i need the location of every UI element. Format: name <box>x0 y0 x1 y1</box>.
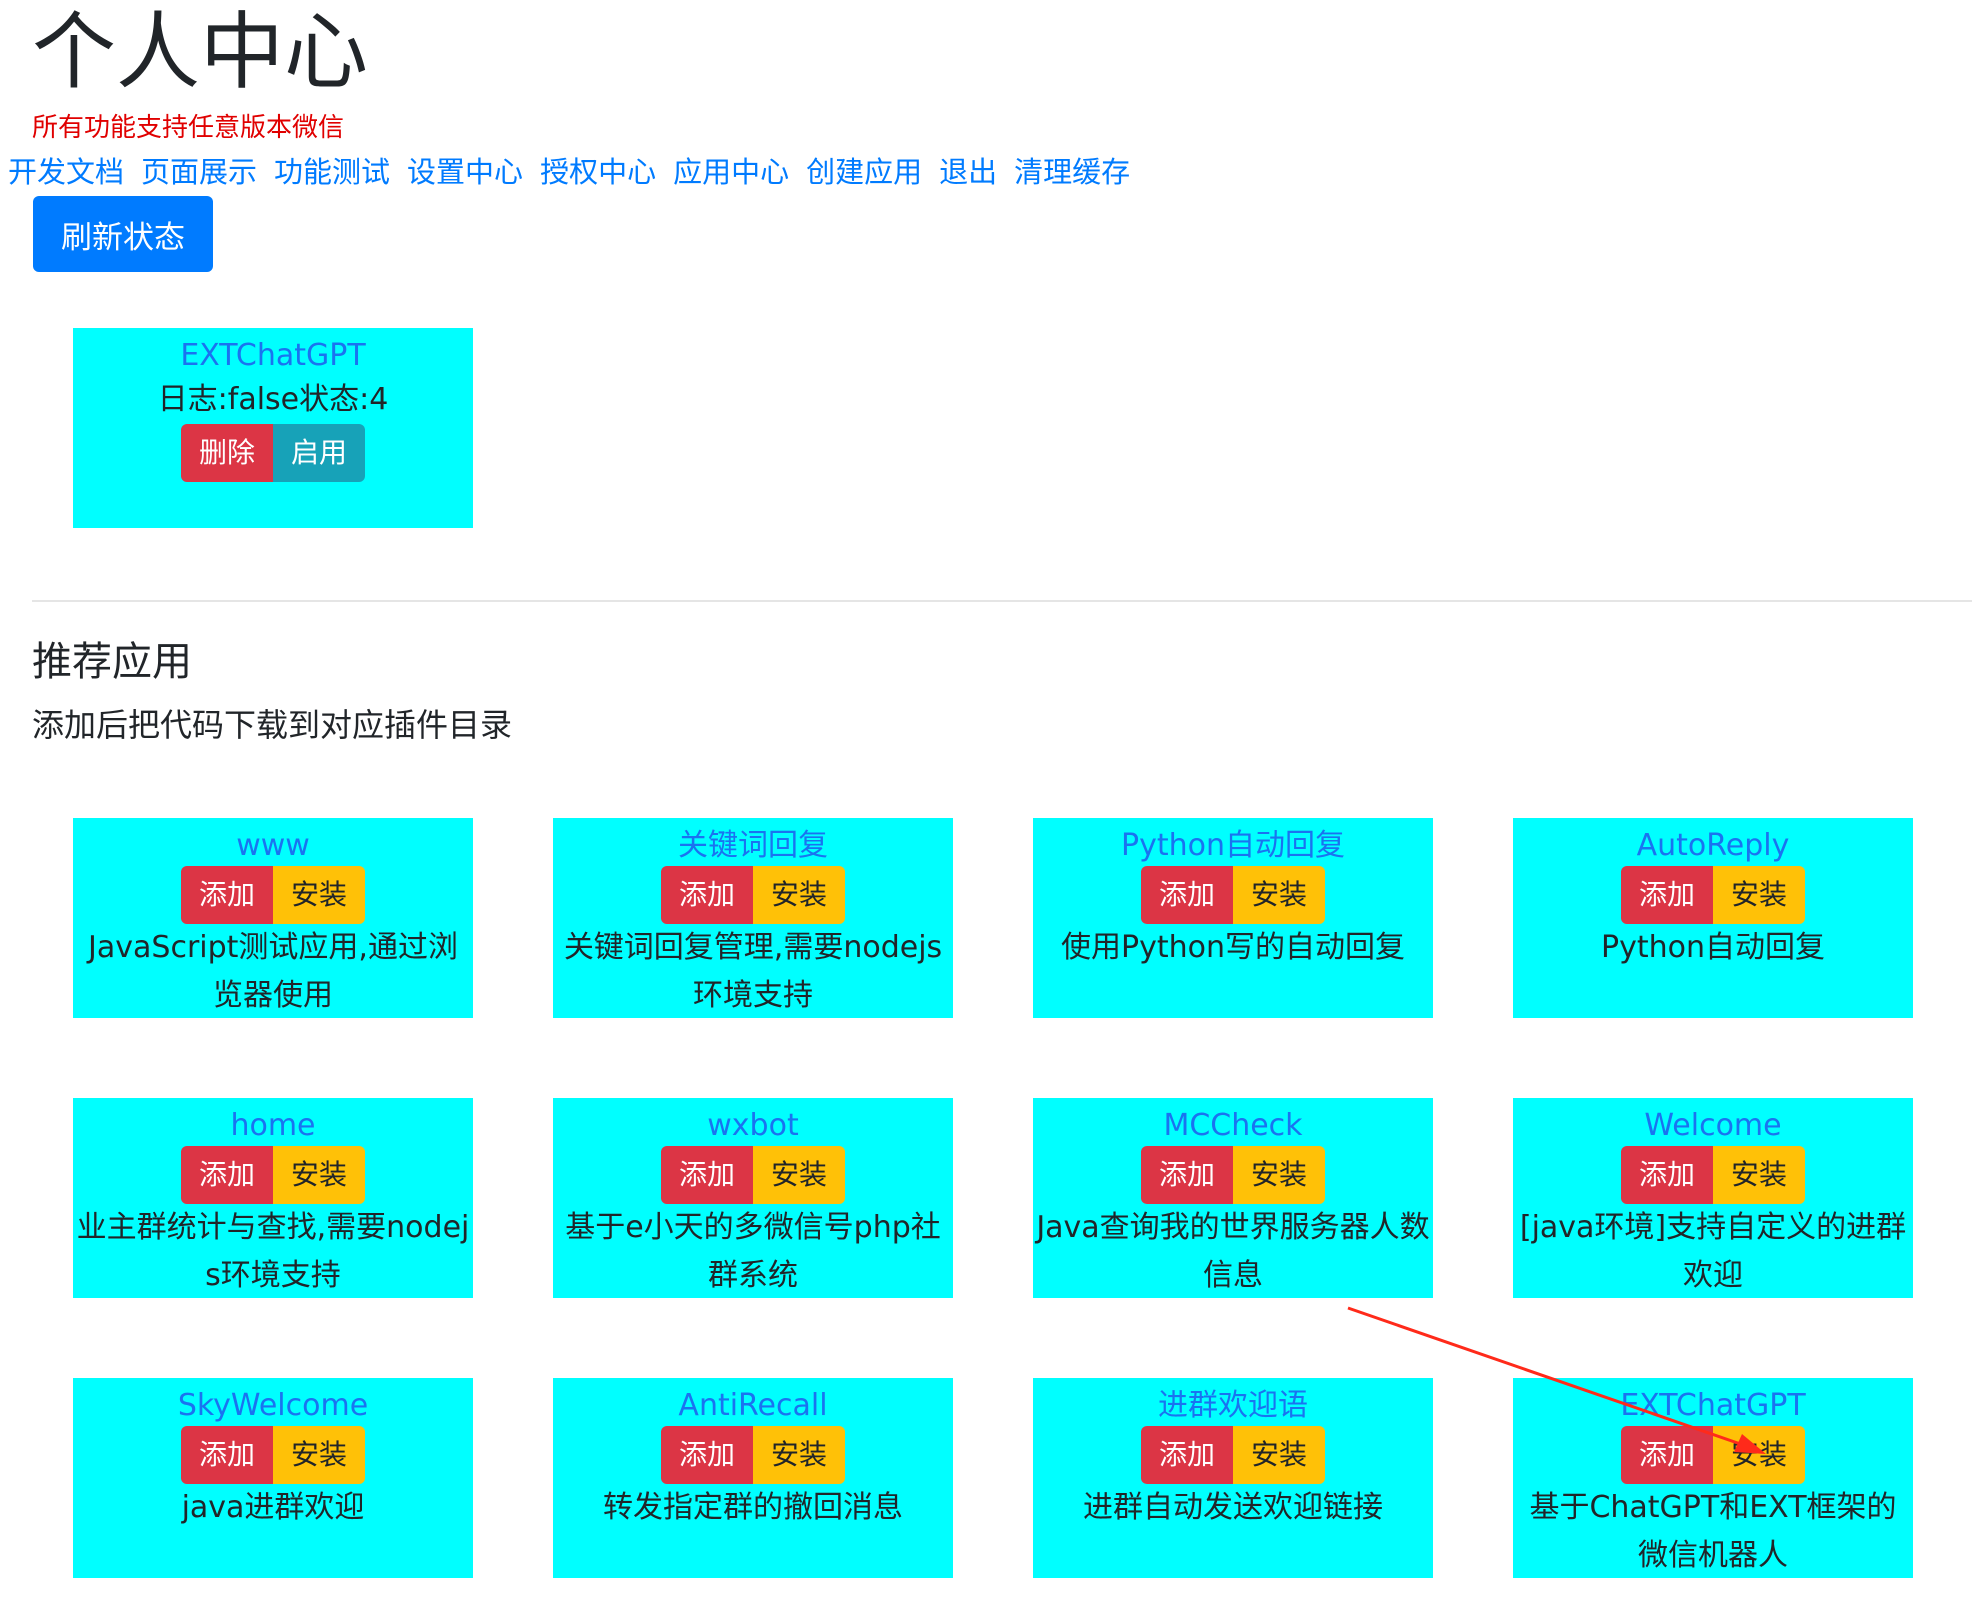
app-card-title[interactable]: www <box>73 826 473 866</box>
app-card-description: java进群欢迎 <box>181 1490 365 1525</box>
add-button[interactable]: 添加 <box>661 1146 753 1204</box>
app-card-actions: 添加 安装 <box>1621 1426 1805 1484</box>
app-card-title[interactable]: MCCheck <box>1033 1106 1433 1146</box>
app-card-actions: 添加 安装 <box>181 866 365 924</box>
install-button[interactable]: 安装 <box>753 1146 845 1204</box>
app-card-description: 基于ChatGPT和EXT框架的微信机器人 <box>1529 1490 1897 1573</box>
recommended-section-subtitle: 添加后把代码下载到对应插件目录 <box>32 706 513 744</box>
app-card-description: 关键词回复管理,需要nodejs环境支持 <box>563 930 943 1013</box>
app-card-description: [java环境]支持自定义的进群欢迎 <box>1519 1210 1907 1293</box>
nav-link-dev-docs[interactable]: 开发文档 <box>8 152 124 192</box>
add-button[interactable]: 添加 <box>1141 1146 1233 1204</box>
app-card-title[interactable]: Python自动回复 <box>1033 826 1433 866</box>
nav-link-page-display[interactable]: 页面展示 <box>141 152 257 192</box>
app-card-title[interactable]: EXTChatGPT <box>1513 1386 1913 1426</box>
app-card: wxbot 添加 安装 基于e小天的多微信号php社群系统 <box>553 1098 953 1298</box>
app-card: home 添加 安装 业主群统计与查找,需要nodejs环境支持 <box>73 1098 473 1298</box>
page-title: 个人中心 <box>32 3 369 101</box>
add-button[interactable]: 添加 <box>1621 1426 1713 1484</box>
app-card-actions: 添加 安装 <box>1621 866 1805 924</box>
installed-app-title[interactable]: EXTChatGPT <box>73 336 473 376</box>
add-button[interactable]: 添加 <box>661 1426 753 1484</box>
app-card-actions: 添加 安装 <box>1141 1426 1325 1484</box>
recommended-section-title: 推荐应用 <box>32 639 192 685</box>
app-card-actions: 添加 安装 <box>661 866 845 924</box>
app-card-description: 进群自动发送欢迎链接 <box>1083 1490 1383 1525</box>
add-button[interactable]: 添加 <box>1141 866 1233 924</box>
installed-app-actions: 删除 启用 <box>181 424 365 482</box>
app-card-title[interactable]: 关键词回复 <box>553 826 953 866</box>
app-card: 进群欢迎语 添加 安装 进群自动发送欢迎链接 <box>1033 1378 1433 1578</box>
app-card-title[interactable]: Welcome <box>1513 1106 1913 1146</box>
delete-button[interactable]: 删除 <box>181 424 273 482</box>
install-button[interactable]: 安装 <box>753 1426 845 1484</box>
app-card: AutoReply 添加 安装 Python自动回复 <box>1513 818 1913 1018</box>
app-card: SkyWelcome 添加 安装 java进群欢迎 <box>73 1378 473 1578</box>
install-button[interactable]: 安装 <box>1233 1426 1325 1484</box>
nav-link-settings[interactable]: 设置中心 <box>407 152 523 192</box>
app-card-title[interactable]: SkyWelcome <box>73 1386 473 1426</box>
installed-app-status: 日志:false状态:4 <box>157 382 389 417</box>
app-card-actions: 添加 安装 <box>181 1426 365 1484</box>
app-card: 关键词回复 添加 安装 关键词回复管理,需要nodejs环境支持 <box>553 818 953 1018</box>
enable-button[interactable]: 启用 <box>273 424 365 482</box>
app-card: AntiRecall 添加 安装 转发指定群的撤回消息 <box>553 1378 953 1578</box>
app-card-title[interactable]: AntiRecall <box>553 1386 953 1426</box>
install-button[interactable]: 安装 <box>273 1426 365 1484</box>
top-nav: 开发文档 页面展示 功能测试 设置中心 授权中心 应用中心 创建应用 退出 清理… <box>8 152 1130 192</box>
app-card-actions: 添加 安装 <box>661 1426 845 1484</box>
refresh-status-button[interactable]: 刷新状态 <box>33 196 213 272</box>
app-card: MCCheck 添加 安装 Java查询我的世界服务器人数信息 <box>1033 1098 1433 1298</box>
install-button[interactable]: 安装 <box>1713 866 1805 924</box>
app-card-description: Java查询我的世界服务器人数信息 <box>1036 1210 1430 1293</box>
nav-link-create-app[interactable]: 创建应用 <box>806 152 922 192</box>
add-button[interactable]: 添加 <box>661 866 753 924</box>
app-card-actions: 添加 安装 <box>1621 1146 1805 1204</box>
install-button[interactable]: 安装 <box>1713 1426 1805 1484</box>
app-card-description: Python自动回复 <box>1601 930 1825 965</box>
app-card-title[interactable]: AutoReply <box>1513 826 1913 866</box>
notice-text: 所有功能支持任意版本微信 <box>32 113 345 143</box>
app-card-title[interactable]: 进群欢迎语 <box>1033 1386 1433 1426</box>
annotation-arrow-icon <box>1347 1306 1766 1454</box>
app-card-description: JavaScript测试应用,通过浏览器使用 <box>88 930 458 1013</box>
app-card: Welcome 添加 安装 [java环境]支持自定义的进群欢迎 <box>1513 1098 1913 1298</box>
nav-link-app-center[interactable]: 应用中心 <box>673 152 789 192</box>
add-button[interactable]: 添加 <box>1621 1146 1713 1204</box>
section-divider <box>32 600 1972 602</box>
app-card-title[interactable]: home <box>73 1106 473 1146</box>
app-card-actions: 添加 安装 <box>1141 1146 1325 1204</box>
install-button[interactable]: 安装 <box>273 866 365 924</box>
add-button[interactable]: 添加 <box>181 866 273 924</box>
add-button[interactable]: 添加 <box>1621 866 1713 924</box>
app-card: www 添加 安装 JavaScript测试应用,通过浏览器使用 <box>73 818 473 1018</box>
nav-link-clear-cache[interactable]: 清理缓存 <box>1014 152 1130 192</box>
add-button[interactable]: 添加 <box>181 1146 273 1204</box>
app-card-description: 转发指定群的撤回消息 <box>603 1490 903 1525</box>
app-card-title[interactable]: wxbot <box>553 1106 953 1146</box>
app-card: EXTChatGPT 添加 安装 基于ChatGPT和EXT框架的微信机器人 <box>1513 1378 1913 1578</box>
installed-app-card: EXTChatGPT 日志:false状态:4 删除 启用 <box>73 328 473 528</box>
add-button[interactable]: 添加 <box>1141 1426 1233 1484</box>
install-button[interactable]: 安装 <box>1233 866 1325 924</box>
install-button[interactable]: 安装 <box>273 1146 365 1204</box>
app-card-description: 基于e小天的多微信号php社群系统 <box>565 1210 941 1293</box>
install-button[interactable]: 安装 <box>1233 1146 1325 1204</box>
app-card-actions: 添加 安装 <box>181 1146 365 1204</box>
app-card-description: 使用Python写的自动回复 <box>1061 930 1405 965</box>
nav-link-logout[interactable]: 退出 <box>939 152 997 192</box>
nav-link-authorization[interactable]: 授权中心 <box>540 152 656 192</box>
install-button[interactable]: 安装 <box>1713 1146 1805 1204</box>
install-button[interactable]: 安装 <box>753 866 845 924</box>
app-card: Python自动回复 添加 安装 使用Python写的自动回复 <box>1033 818 1433 1018</box>
app-card-description: 业主群统计与查找,需要nodejs环境支持 <box>76 1210 470 1293</box>
nav-link-function-test[interactable]: 功能测试 <box>274 152 390 192</box>
app-card-actions: 添加 安装 <box>661 1146 845 1204</box>
app-card-actions: 添加 安装 <box>1141 866 1325 924</box>
add-button[interactable]: 添加 <box>181 1426 273 1484</box>
